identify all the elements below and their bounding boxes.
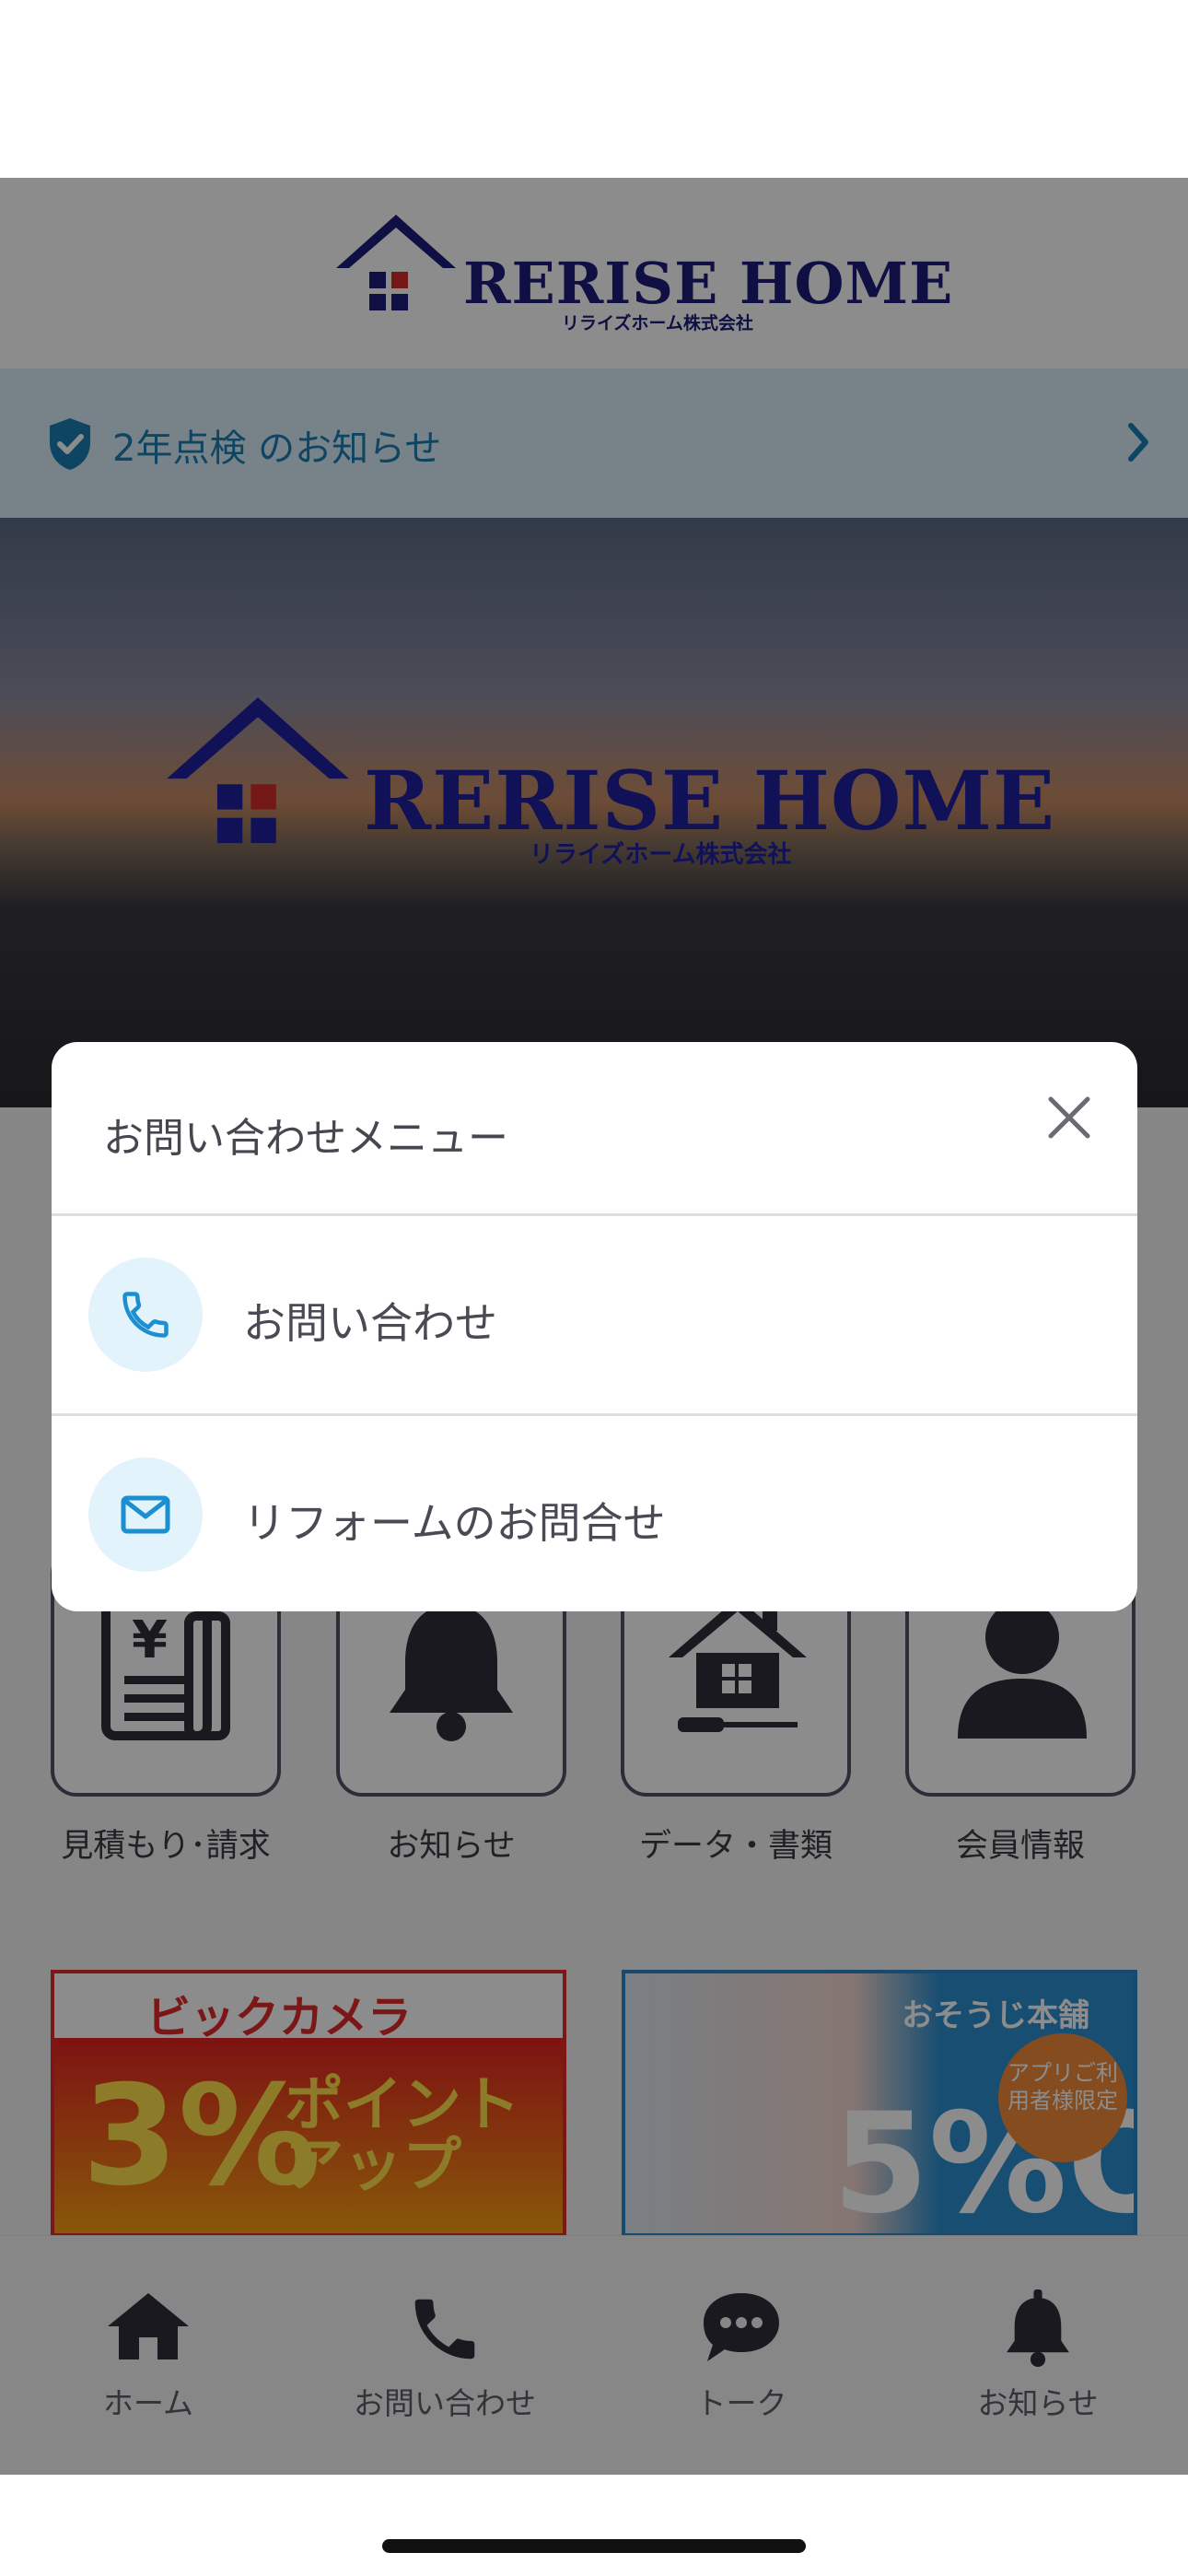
modal-item-label: リフォームのお問合せ xyxy=(243,1498,666,1548)
modal-item-reform-contact[interactable]: リフォームのお問合せ xyxy=(52,1416,1137,1611)
mail-icon xyxy=(121,1495,170,1534)
modal-item-icon-bg xyxy=(88,1258,203,1372)
contact-menu-modal: お問い合わせメニュー お問い合わせ リフォームのお問合せ xyxy=(52,1042,1137,1611)
modal-item-label: お問い合わせ xyxy=(243,1298,497,1348)
modal-item-icon-bg xyxy=(88,1458,203,1572)
modal-item-contact[interactable]: お問い合わせ xyxy=(52,1216,1137,1413)
close-icon[interactable] xyxy=(1042,1090,1097,1145)
phone-icon xyxy=(122,1292,169,1338)
modal-title: お問い合わせメニュー xyxy=(103,1115,508,1162)
home-indicator xyxy=(382,2539,806,2553)
